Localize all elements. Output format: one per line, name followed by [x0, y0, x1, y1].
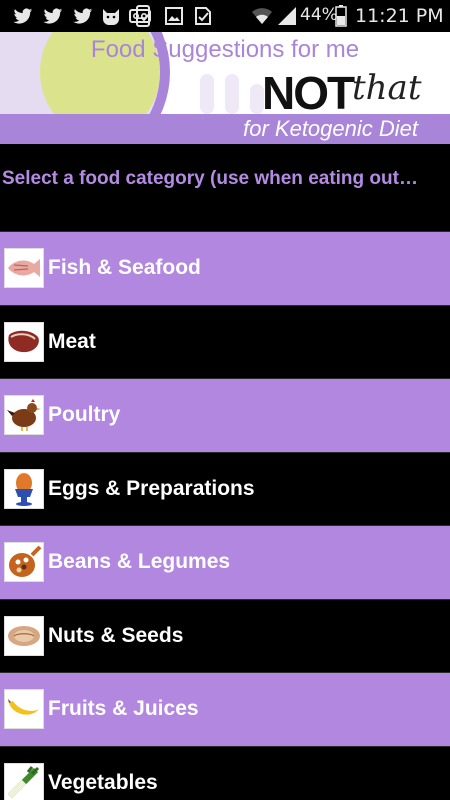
banner-subtitle: for Ketogenic Diet	[243, 116, 418, 141]
category-item-meat[interactable]: Meat	[0, 304, 450, 378]
category-label: Meat	[48, 329, 96, 353]
category-label: Poultry	[48, 403, 121, 427]
chicken-icon	[4, 395, 44, 436]
status-bar: 44% 11:21 PM	[0, 0, 450, 32]
phone-missed-icon	[134, 4, 154, 28]
decor-fork	[200, 74, 214, 114]
page-title: Food Suggestions for me	[90, 36, 360, 63]
logo-word-not: NOT	[262, 67, 355, 119]
category-label: Fish & Seafood	[48, 256, 201, 280]
category-label: Beans & Legumes	[48, 550, 231, 574]
category-item-poultry[interactable]: Poultry	[0, 378, 450, 452]
instruction-text: Select a food category (use when eating …	[2, 168, 418, 189]
beans-icon	[4, 542, 44, 583]
category-label: Fruits & Juices	[48, 697, 199, 721]
twitter-icon	[72, 4, 94, 28]
cat-icon	[100, 4, 122, 28]
nut-icon	[4, 615, 44, 656]
category-label: Eggs & Preparations	[48, 476, 255, 500]
wifi-icon	[250, 4, 274, 28]
category-item-beans-legumes[interactable]: Beans & Legumes	[0, 525, 450, 599]
battery-percent: 44%	[300, 5, 338, 25]
category-label: Vegetables	[48, 770, 158, 794]
category-item-fish-seafood[interactable]: Fish & Seafood	[0, 231, 450, 305]
category-list: Fish & Seafood Meat Poultry Eggs & Prepa…	[0, 231, 450, 800]
twitter-icon	[42, 4, 64, 28]
image-icon	[164, 4, 184, 28]
twitter-icon	[12, 4, 34, 28]
category-item-fruits-juices[interactable]: Fruits & Juices	[0, 672, 450, 746]
fish-icon	[4, 248, 44, 289]
banana-icon	[4, 689, 44, 730]
category-label: Nuts & Seeds	[48, 623, 184, 647]
app-banner: Food Suggestions for me NOT that for Ket…	[0, 32, 450, 144]
egg-icon	[4, 468, 44, 509]
signal-icon	[276, 4, 298, 28]
clock: 11:21 PM	[355, 5, 444, 27]
category-item-nuts-seeds[interactable]: Nuts & Seeds	[0, 598, 450, 672]
battery-icon	[334, 4, 348, 28]
steak-icon	[4, 321, 44, 362]
logo-word-that: that	[352, 68, 422, 108]
check-icon	[192, 4, 214, 28]
decor-spoon	[225, 74, 239, 114]
leek-icon	[4, 762, 44, 800]
category-item-eggs[interactable]: Eggs & Preparations	[0, 451, 450, 525]
category-item-vegetables[interactable]: Vegetables	[0, 745, 450, 800]
